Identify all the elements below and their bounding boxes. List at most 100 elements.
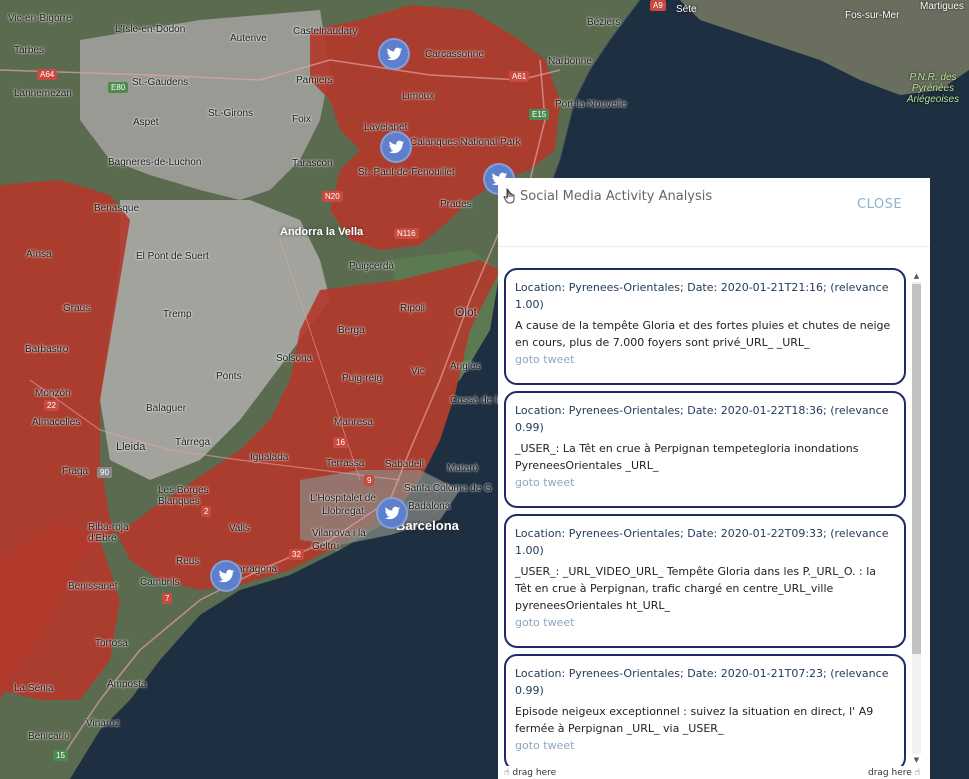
road-shield: 2 (201, 506, 212, 517)
map-label: Andorra la Vella (280, 226, 364, 238)
map-label: Bagneres-de-Luchon (108, 157, 202, 168)
goto-tweet-link[interactable]: goto tweet (515, 614, 895, 631)
tweet-meta: Location: Pyrenees-Orientales; Date: 202… (515, 281, 889, 311)
map-label: Martigues (920, 1, 964, 12)
tweet-text: Episode neigeux exceptionnel : suivez la… (515, 705, 874, 735)
map-label: Foix (292, 114, 311, 125)
map-label: L'Isle-en-Dodon (115, 24, 186, 35)
map-label: Santa Coloma de G (404, 483, 492, 494)
map-label: P.N.R. des Pyrénées Ariégeoises (906, 72, 960, 105)
scroll-up-icon[interactable]: ▲ (910, 270, 923, 282)
map-label: L'Hospitalet de Llobregat (310, 493, 376, 517)
tweet-meta: Location: Pyrenees-Orientales; Date: 202… (515, 667, 889, 697)
map-label: Tremp (163, 309, 192, 320)
map-label: Mataró (447, 463, 479, 474)
twitter-marker[interactable] (380, 131, 412, 163)
road-shield: 16 (333, 437, 348, 448)
map-label: Reus (176, 556, 200, 567)
twitter-marker[interactable] (378, 38, 410, 70)
map-label: St.-Girons (208, 108, 254, 119)
map-label: Ripoll (400, 303, 426, 314)
map-label: Amposta (107, 679, 147, 690)
map-label: Sète (676, 4, 697, 15)
map-label: Graus (63, 303, 91, 314)
map-label: Fos-sur-Mer (845, 10, 900, 21)
scrollbar[interactable]: ▲ ▼ (910, 270, 923, 766)
map-label: St.-Gaudens (132, 77, 189, 88)
panel-header[interactable]: Social Media Activity Analysis CLOSE (498, 178, 930, 247)
map-label: Limoux (402, 91, 435, 102)
map-label: Fraga (62, 466, 89, 477)
map-label: Auterive (230, 33, 267, 44)
map-label: Terrassa (326, 458, 365, 469)
tweet-card: Location: Pyrenees-Orientales; Date: 202… (504, 268, 906, 385)
road-shield: 32 (289, 549, 304, 560)
map-label: Tarascon (292, 158, 333, 169)
road-shield: 9 (364, 475, 375, 486)
scroll-down-icon[interactable]: ▼ (910, 754, 923, 766)
tweet-list[interactable]: Location: Pyrenees-Orientales; Date: 202… (498, 266, 914, 766)
road-shield: 90 (97, 467, 112, 478)
map-label: Lleida (116, 441, 146, 453)
road-shield: 22 (44, 400, 59, 411)
scrollbar-thumb[interactable] (912, 284, 921, 654)
twitter-marker[interactable] (376, 497, 408, 529)
map-label: Anglès (450, 361, 481, 372)
panel-title: Social Media Activity Analysis (520, 189, 713, 204)
map-label: Badalona (408, 501, 451, 512)
map-label: Castelnaudary (293, 26, 358, 37)
map-label: Solsona (276, 353, 313, 364)
map-label: St.-Paul-de-Fenouillet (358, 167, 455, 178)
map-label: Vic (411, 366, 425, 377)
road-shield: 7 (162, 593, 173, 604)
map-label: Monzón (35, 388, 71, 399)
tweet-card: Location: Pyrenees-Orientales; Date: 202… (504, 654, 906, 766)
drag-handle-left[interactable]: ☝ drag here (504, 768, 556, 778)
map-label: Berga (338, 325, 365, 336)
map-label: Benasque (94, 203, 140, 214)
twitter-marker[interactable] (210, 560, 242, 592)
map-label: Olot (455, 305, 478, 319)
drag-handle-right[interactable]: drag here ☝ (868, 768, 920, 778)
road-shield: E80 (108, 82, 129, 93)
twitter-bird-icon (388, 140, 404, 153)
map-label: Aspet (133, 117, 159, 128)
twitter-bird-icon (218, 569, 234, 582)
map-label: Les Borges Blanques (158, 485, 209, 507)
map-label: Prades (440, 199, 472, 210)
map-label: Tàrrega (175, 437, 211, 448)
drag-hand-icon: ☝ (914, 768, 921, 778)
goto-tweet-link[interactable]: goto tweet (515, 351, 895, 368)
road-shield: N20 (322, 191, 343, 202)
map-label: Benissanet (68, 581, 118, 592)
road-shield: N116 (394, 228, 419, 239)
tweet-text: A cause de la tempête Gloria et des fort… (515, 319, 891, 349)
drag-hand-icon[interactable] (503, 188, 517, 204)
map-label: Port-la-Nouvelle (555, 99, 627, 110)
road-shield: A61 (509, 71, 530, 82)
twitter-bird-icon (384, 506, 400, 519)
goto-tweet-link[interactable]: goto tweet (515, 474, 895, 491)
twitter-bird-icon (386, 47, 402, 60)
tweet-meta: Location: Pyrenees-Orientales; Date: 202… (515, 527, 889, 557)
close-button[interactable]: CLOSE (857, 197, 902, 212)
map-label: Lannemezan (14, 88, 72, 99)
goto-tweet-link[interactable]: goto tweet (515, 737, 895, 754)
map-label: Aïnsa (26, 249, 52, 260)
social-media-panel: Social Media Activity Analysis CLOSE Loc… (498, 178, 930, 779)
tweet-text: _USER_: _URL_VIDEO_URL_ Tempête Gloria d… (515, 565, 877, 612)
tweet-card: Location: Pyrenees-Orientales; Date: 202… (504, 514, 906, 648)
tweet-card: Location: Pyrenees-Orientales; Date: 202… (504, 391, 906, 508)
road-shield: A64 (37, 69, 58, 80)
map-label: Carcassonne (425, 49, 484, 60)
map-label: Ponts (216, 371, 242, 382)
map-label: Pamiers (296, 75, 333, 86)
road-shield: A9 (650, 0, 666, 11)
map-label: Manresa (334, 417, 373, 428)
map-label: Barbastro (25, 344, 69, 355)
drag-label: drag here (868, 768, 912, 778)
map-label: Vic-en-Bigorre (8, 13, 72, 24)
map-label: Balaguer (146, 403, 187, 414)
road-shield: 15 (53, 750, 68, 761)
drag-hand-icon: ☝ (504, 768, 510, 778)
